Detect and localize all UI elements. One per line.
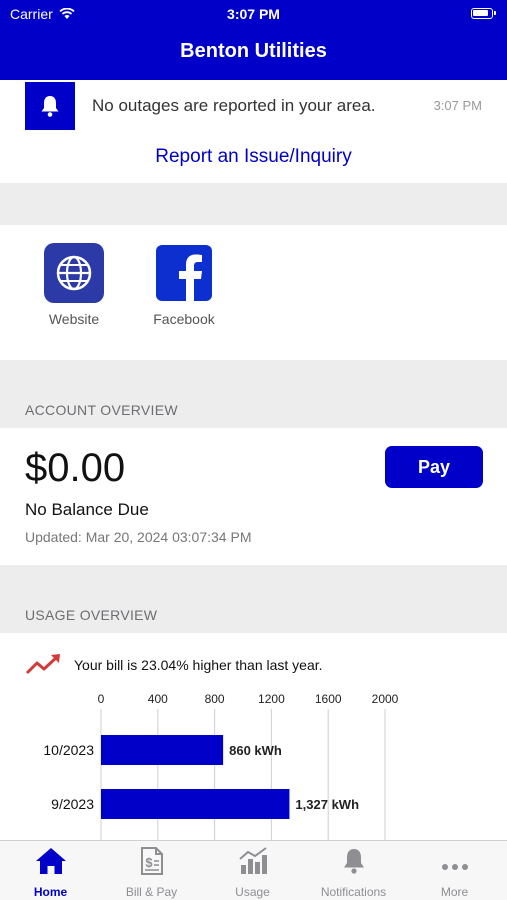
chart-bar [101, 789, 290, 819]
chart-data-label: 860 kWh [229, 743, 282, 758]
chart-data-label: 1,327 kWh [295, 797, 359, 812]
website-label: Website [48, 311, 100, 327]
facebook-icon [156, 245, 212, 301]
tab-home-label: Home [33, 885, 68, 899]
usage-chart-svg: 0 400 800 1200 1600 2000 10/2023 860 kWh 9/2023 1… [43, 692, 399, 840]
account-overview-card: $0.00 No Balance Due Updated: Mar 20, 20… [0, 428, 507, 565]
tab-usage[interactable]: Usage [202, 841, 303, 900]
globe-icon [44, 243, 104, 303]
bell-icon [41, 96, 59, 117]
tab-bar: Home $ Bill & Pay Usage Notifications Mo… [0, 840, 507, 900]
chart-x-tick-label: 800 [205, 692, 225, 706]
pay-button[interactable]: Pay [385, 446, 483, 488]
usage-trend-text: Your bill is 23.04% higher than last yea… [74, 657, 323, 673]
report-issue-link[interactable]: Report an Issue/Inquiry [0, 146, 507, 168]
chart-x-tick-label: 1600 [315, 692, 342, 706]
tab-more-label: More [440, 885, 469, 899]
social-links-card: Website Facebook [0, 225, 507, 360]
usage-overview-header: USAGE OVERVIEW [25, 607, 158, 623]
trend-up-icon [25, 653, 63, 682]
tab-notifications-label: Notifications [320, 885, 387, 899]
tab-more[interactable]: More [404, 841, 505, 900]
battery-icon [471, 8, 496, 19]
tab-notifications[interactable]: Notifications [303, 841, 404, 900]
facebook-label: Facebook [153, 311, 215, 327]
outage-message: No outages are reported in your area. [92, 96, 376, 115]
usage-bar-chart: 0 400 800 1200 1600 2000 10/2023 860 kWh 9/2023 1… [0, 683, 507, 840]
tab-usage-label: Usage [235, 885, 270, 899]
tab-bill-pay-label: Bill & Pay [125, 885, 178, 899]
home-icon [35, 848, 66, 874]
outage-bell-badge [25, 82, 75, 130]
chart-x-tick-label: 400 [148, 692, 168, 706]
chart-bar [101, 735, 224, 765]
bill-icon: $ [140, 847, 163, 875]
facebook-link[interactable]: Facebook [144, 243, 224, 327]
chart-category-label: 10/2023 [43, 742, 94, 758]
usage-chart-icon [238, 847, 267, 874]
balance-amount: $0.00 [25, 446, 126, 490]
page-title: Benton Utilities [180, 40, 327, 62]
usage-overview-card: Your bill is 23.04% higher than last yea… [0, 633, 507, 840]
account-overview-header: ACCOUNT OVERVIEW [25, 402, 178, 418]
status-time: 3:07 PM [227, 6, 280, 22]
outage-time: 3:07 PM [433, 98, 482, 113]
tab-home[interactable]: Home [0, 841, 101, 900]
more-icon [441, 864, 468, 870]
tab-bill-pay[interactable]: $ Bill & Pay [101, 841, 202, 900]
website-link[interactable]: Website [34, 243, 114, 327]
chart-category-label: 9/2023 [51, 796, 94, 812]
balance-status: No Balance Due [25, 500, 149, 519]
status-bar: Carrier 3:07 PM [0, 0, 507, 28]
bell-icon [343, 849, 364, 874]
svg-text:$: $ [145, 855, 153, 870]
chart-x-tick-label: 0 [98, 692, 105, 706]
chart-x-tick-label: 1200 [258, 692, 285, 706]
outage-card: No outages are reported in your area. 3:… [0, 80, 507, 183]
balance-updated-time: Updated: Mar 20, 2024 03:07:34 PM [25, 529, 252, 545]
navigation-bar: Benton Utilities [0, 28, 507, 80]
chart-x-tick-label: 2000 [372, 692, 399, 706]
